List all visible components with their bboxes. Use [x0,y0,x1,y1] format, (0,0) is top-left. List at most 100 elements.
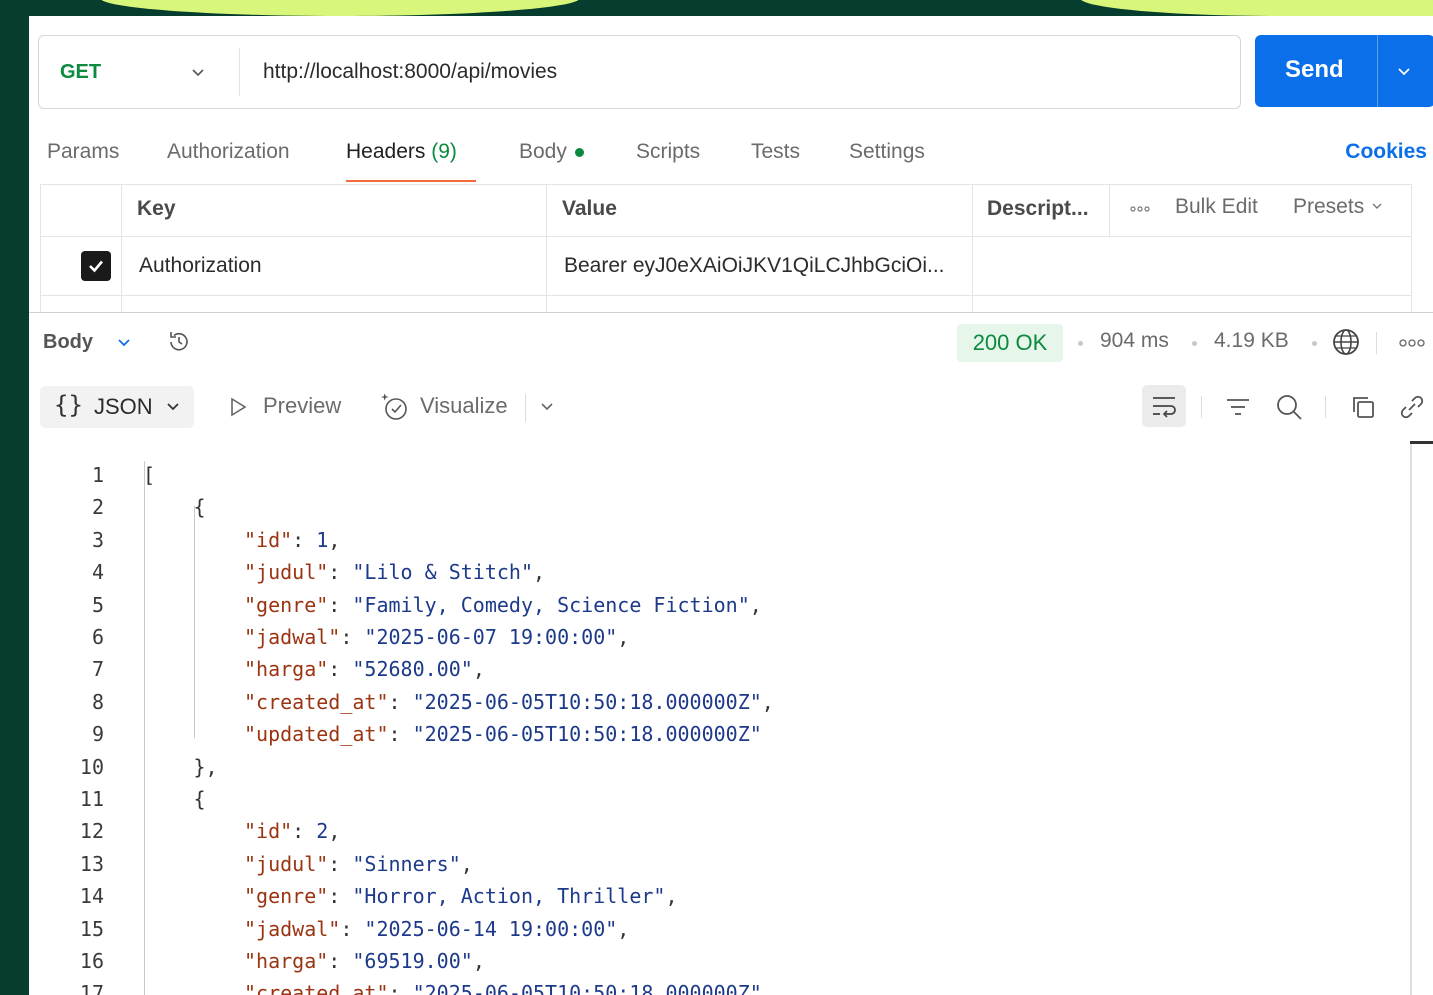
json-punctuation: }, [193,754,218,779]
json-key: "jadwal" [244,625,341,649]
table-border [40,184,41,312]
json-key: "id" [244,527,293,552]
line-number: 11 [79,787,104,811]
table-border [1109,184,1110,236]
json-key: "jadwal" [244,916,341,941]
checkmark-icon [89,260,103,273]
request-panel: GET http://localhost:8000/api/movies Sen… [29,16,1433,995]
line-number: 3 [91,527,104,552]
json-key: "created_at" [244,689,389,714]
divider [525,394,526,422]
method-select[interactable]: GET [39,36,239,108]
line-number: 2 [91,495,104,520]
chevron-down-icon[interactable] [538,398,556,416]
json-punctuation: : [388,689,413,714]
json-punctuation: , [472,657,485,682]
request-tabs: Params Authorization Headers (9) Body Sc… [29,136,1433,186]
code-text: "genre": "Family, Comedy, Science Fictio… [244,589,762,621]
wrap-lines-icon [1153,397,1176,418]
tab-authorization[interactable]: Authorization [167,140,290,164]
divider [1325,396,1326,418]
chevron-down-icon[interactable] [115,334,133,352]
scrollbar-track[interactable] [1410,441,1412,995]
json-punctuation: , [665,884,678,909]
header-value-cell[interactable]: Bearer eyJ0eXAiOiJKV1QiLCJhbGciOi... [564,254,944,278]
code-text: }, [194,751,218,783]
url-input[interactable]: http://localhost:8000/api/movies [263,60,557,84]
code-text: "jadwal": "2025-06-07 19:00:00", [244,621,629,653]
send-button[interactable]: Send [1255,35,1433,107]
chevron-down-icon[interactable] [1395,62,1413,80]
json-value: "Family, Comedy, Science Fiction" [352,592,750,617]
send-label: Send [1285,56,1344,83]
scrollbar-thumb[interactable] [1410,441,1433,444]
line-number: 12 [79,819,104,844]
json-punctuation: , [761,981,774,995]
format-select[interactable]: {} JSON [40,386,194,428]
history-icon[interactable] [164,327,194,357]
link-icon[interactable] [1398,393,1426,421]
json-punctuation: { [193,787,206,811]
column-description: Descript... [987,197,1089,220]
line-number: 13 [79,851,104,876]
chevron-down-icon [167,403,179,411]
divider [1201,396,1202,418]
presets-dropdown[interactable]: Presets [1293,195,1384,219]
globe-icon[interactable] [1330,326,1362,358]
json-key: "judul" [244,560,329,585]
method-label: GET [60,60,102,83]
tab-params[interactable]: Params [47,140,119,164]
cookies-link[interactable]: Cookies [1345,140,1427,164]
header-enabled-checkbox[interactable] [81,251,111,281]
wrap-lines-button[interactable] [1142,385,1186,427]
more-options-icon[interactable] [1129,204,1151,214]
json-punctuation: , [617,916,630,941]
table-border [121,184,122,312]
active-tab-indicator [346,180,476,182]
line-number: 15 [79,916,104,941]
code-text: "id": 1, [244,524,340,556]
response-time: 904 ms [1100,329,1169,352]
tab-body[interactable]: Body [519,140,584,164]
code-text: "updated_at": "2025-06-05T10:50:18.00000… [244,718,762,750]
copy-icon[interactable] [1349,393,1377,421]
code-text: "harga": "52680.00", [244,653,485,685]
tab-tests[interactable]: Tests [751,140,800,164]
bulk-edit-button[interactable]: Bulk Edit [1175,195,1258,219]
line-number: 5 [91,592,104,617]
table-border [40,236,1412,237]
search-icon[interactable] [1274,392,1304,422]
table-border [1411,184,1412,312]
json-key: "genre" [244,884,329,909]
json-punctuation: : [328,592,353,617]
header-key-cell[interactable]: Authorization [139,254,262,278]
json-value: "69519.00" [352,949,473,973]
json-punctuation: : [292,527,317,552]
preview-button[interactable]: Preview [263,393,341,419]
filter-icon[interactable] [1225,394,1251,420]
more-options-icon[interactable] [1398,337,1426,349]
line-number: 8 [91,689,104,714]
table-border [546,184,547,312]
json-value: "2025-06-05T10:50:18.000000Z" [412,981,762,995]
json-value: "52680.00" [352,657,473,682]
tab-headers[interactable]: Headers (9) [346,140,457,164]
code-text: "judul": "Sinners", [244,848,473,880]
json-value: "2025-06-05T10:50:18.000000Z" [412,689,762,714]
json-key: "genre" [244,592,329,617]
json-punctuation: , [460,851,473,876]
json-punctuation: : [328,560,353,585]
tab-settings[interactable]: Settings [849,140,925,164]
visualize-button[interactable]: Visualize [420,393,508,419]
code-text: "id": 2, [244,815,340,847]
json-punctuation: , [761,689,774,714]
presets-label: Presets [1293,195,1365,218]
response-body-tab[interactable]: Body [43,331,93,354]
tab-scripts[interactable]: Scripts [636,140,700,164]
status-badge: 200 OK [957,324,1063,362]
json-punctuation: : [328,949,353,973]
table-border [40,295,1412,296]
code-text: "jadwal": "2025-06-14 19:00:00", [244,913,629,945]
code-text: "genre": "Horror, Action, Thriller", [244,880,678,912]
json-punctuation: { [193,495,206,520]
